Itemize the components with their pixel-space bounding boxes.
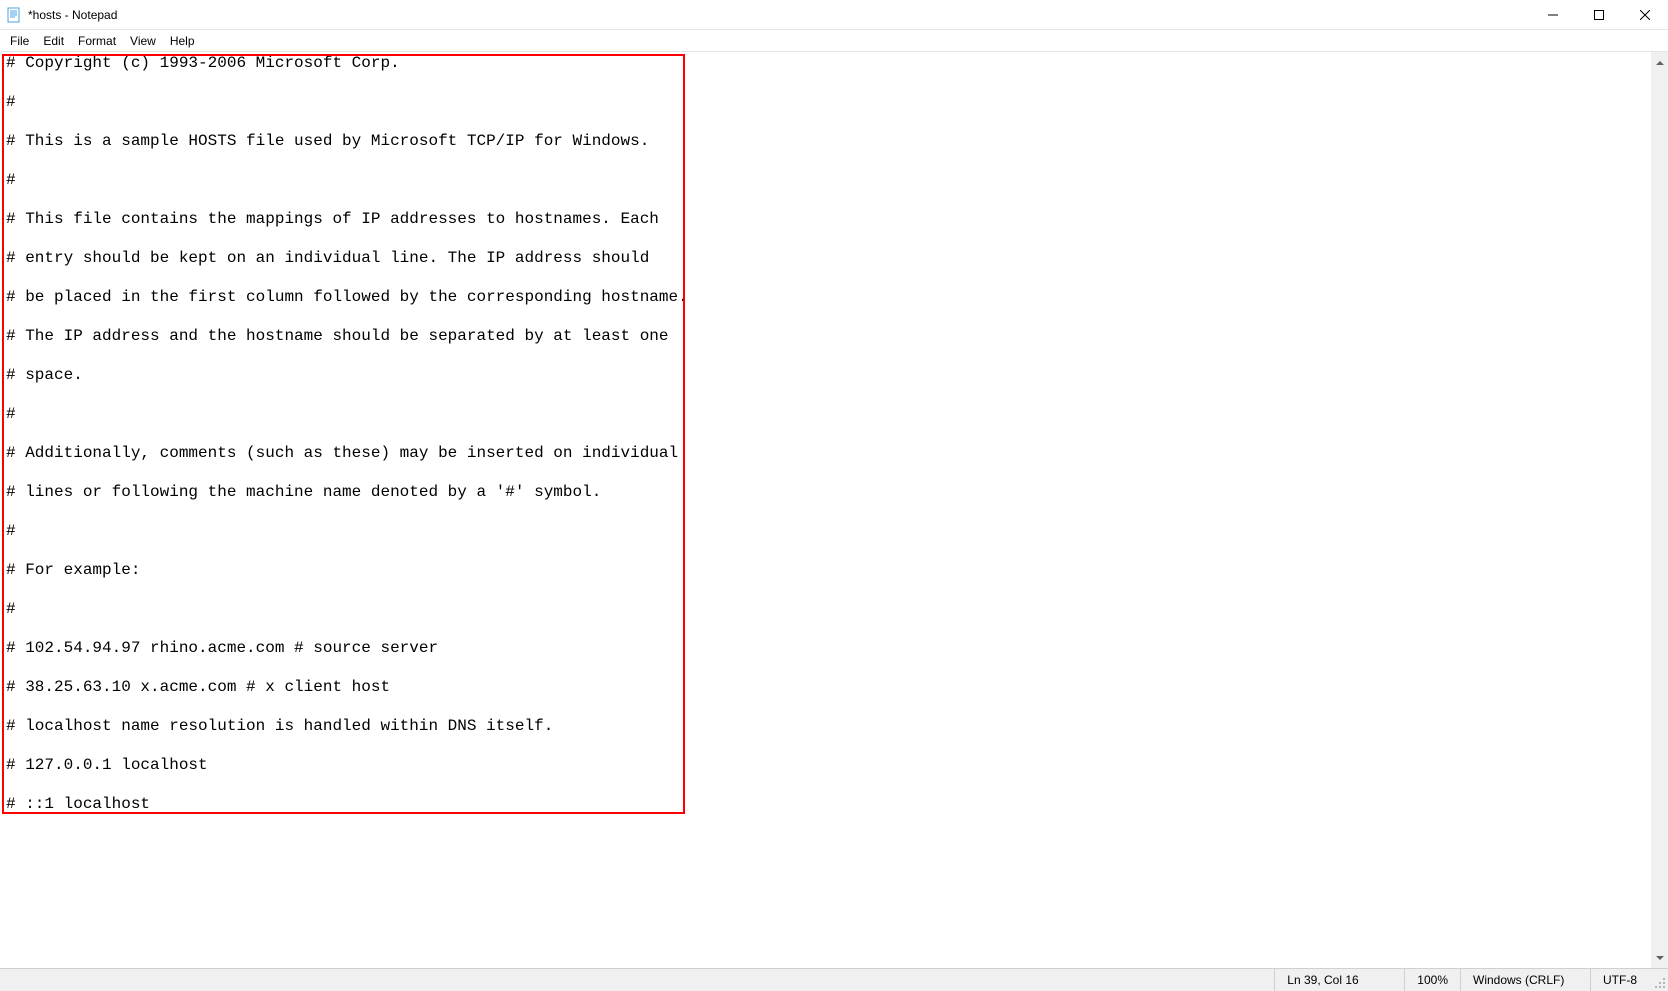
editor-wrap: # Copyright (c) 1993-2006 Microsoft Corp… (0, 52, 1651, 968)
notepad-window: *hosts - Notepad File Edit Format View H… (0, 0, 1668, 991)
status-zoom: 100% (1404, 969, 1460, 991)
titlebar-left: *hosts - Notepad (0, 7, 117, 23)
minimize-button[interactable] (1530, 0, 1576, 29)
scroll-up-arrow-icon[interactable] (1651, 54, 1668, 71)
text-editor[interactable]: # Copyright (c) 1993-2006 Microsoft Corp… (0, 52, 1651, 968)
window-title: *hosts - Notepad (28, 8, 117, 22)
vertical-scrollbar[interactable] (1651, 52, 1668, 968)
status-spacer (0, 969, 1274, 991)
status-encoding: UTF-8 (1590, 969, 1650, 991)
notepad-icon (6, 7, 22, 23)
menubar: File Edit Format View Help (0, 30, 1668, 52)
resize-grip-icon[interactable] (1650, 969, 1668, 991)
menu-edit[interactable]: Edit (37, 32, 70, 50)
content-area: # Copyright (c) 1993-2006 Microsoft Corp… (0, 52, 1668, 968)
status-line-ending: Windows (CRLF) (1460, 969, 1590, 991)
menu-file[interactable]: File (4, 32, 35, 50)
titlebar[interactable]: *hosts - Notepad (0, 0, 1668, 30)
status-cursor-position: Ln 39, Col 16 (1274, 969, 1404, 991)
scroll-down-arrow-icon[interactable] (1651, 949, 1668, 966)
statusbar: Ln 39, Col 16 100% Windows (CRLF) UTF-8 (0, 968, 1668, 991)
window-controls (1530, 0, 1668, 29)
close-button[interactable] (1622, 0, 1668, 29)
menu-view[interactable]: View (124, 32, 162, 50)
maximize-button[interactable] (1576, 0, 1622, 29)
menu-help[interactable]: Help (164, 32, 201, 50)
menu-format[interactable]: Format (72, 32, 122, 50)
